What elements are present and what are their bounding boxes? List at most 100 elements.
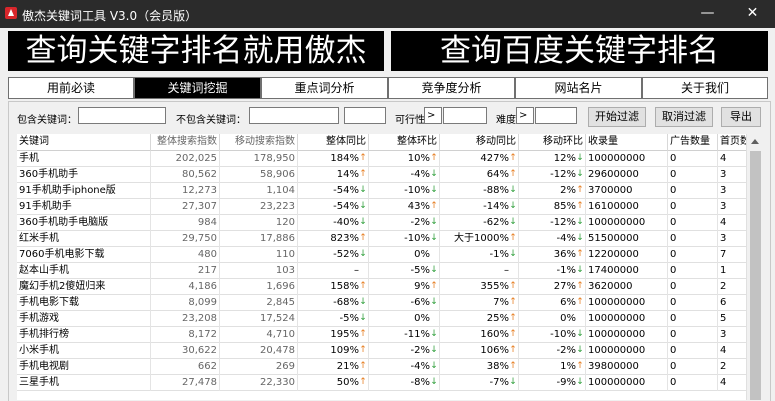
mobile-mom-cell: 85% ↑ <box>519 199 586 215</box>
mobile-mom-cell: -9% ↓ <box>519 375 586 391</box>
first-page-count-cell: 4 <box>720 217 727 228</box>
col-header-mobile-index[interactable]: 移动搜索指数 <box>220 134 298 151</box>
table-row[interactable]: 360手机助手电脑版 984 120 -40% ↓ -2% ↓ -62% ↓ -12% ↓ 10000… <box>17 215 746 231</box>
tab-key-word-analysis[interactable]: 重点词分析 <box>261 77 388 99</box>
tab-keyword-mining[interactable]: 关键词挖掘 <box>134 77 261 99</box>
keyword-cell[interactable]: 手机排行榜 <box>17 327 151 343</box>
table-row[interactable]: 7060手机电影下载 480 110 -52% ↓ 0% -1% ↓ 36% ↑ 12200000 0… <box>17 247 746 263</box>
keyword-cell[interactable]: 360手机助手 <box>17 167 151 183</box>
col-header-keyword[interactable]: 关键词 <box>17 134 151 151</box>
total-yoy-cell: 158% ↑ <box>298 279 369 295</box>
total-mom-cell-value: -10% <box>404 233 430 244</box>
col-header-first-page[interactable]: 首页数量 <box>718 134 746 151</box>
close-button[interactable]: ✕ <box>730 0 775 28</box>
table-row[interactable]: 小米手机 30,622 20,478 109% ↑ -2% ↓ 106% ↑ -2% ↓ 100000… <box>17 343 746 359</box>
table-row[interactable]: 三星手机 27,478 22,330 50% ↑ -8% ↓ -7% ↓ -9% ↓ 10000000… <box>17 375 746 391</box>
tab-about-us[interactable]: 关于我们 <box>642 77 768 99</box>
table-row[interactable]: 魔幻手机2傻妞归来 4,186 1,696 158% ↑ 9% ↑ 355% ↑ 27% ↑ 3620… <box>17 279 746 295</box>
col-header-indexed[interactable]: 收录量 <box>586 134 668 151</box>
keyword-cell[interactable]: 魔幻手机2傻妞归来 <box>17 279 151 295</box>
arrow-down-icon: ↓ <box>576 345 584 355</box>
total-mom-cell: -10% ↓ <box>369 183 440 199</box>
table-row[interactable]: 91手机助手 27,307 23,223 -54% ↓ 43% ↑ -14% ↓ 85% ↑ 1610… <box>17 199 746 215</box>
indexed-count-cell: 12200000 <box>586 247 668 263</box>
col-header-total-mom[interactable]: 整体环比 <box>369 134 440 151</box>
indexed-count-cell: 17400000 <box>586 263 668 279</box>
col-header-total-yoy[interactable]: 整体同比 <box>298 134 369 151</box>
table-row[interactable]: 红米手机 29,750 17,886 823% ↑ -10% ↓ 大于1000% ↑ -4% ↓ 51… <box>17 231 746 247</box>
feasibility-operator-select[interactable]: > <box>424 107 442 124</box>
arrow-up-icon: ↑ <box>576 281 584 291</box>
keyword-cell[interactable]: 手机 <box>17 151 151 167</box>
total-index-cell: 217 <box>151 263 220 279</box>
tab-site-card[interactable]: 网站名片 <box>515 77 642 99</box>
ad-count-cell: 0 <box>668 295 718 311</box>
arrow-up-icon: ↑ <box>509 233 517 243</box>
table-row[interactable]: 手机排行榜 8,172 4,710 195% ↑ -11% ↓ 160% ↑ -10% ↓ 10000… <box>17 327 746 343</box>
mobile-mom-cell-value: -12% <box>550 217 576 228</box>
keyword-cell[interactable]: 手机电视剧 <box>17 359 151 375</box>
ad-count-cell: 0 <box>668 263 718 279</box>
tab-guide[interactable]: 用前必读 <box>8 77 134 99</box>
table-row[interactable]: 赵本山手机 217 103– -5% ↓ – -1% ↓ 17400000 0 1 <box>17 263 746 279</box>
scrollbar-thumb[interactable] <box>750 151 761 400</box>
mobile-yoy-cell-value: 大于1000% <box>454 233 509 244</box>
keyword-cell[interactable]: 7060手机电影下载 <box>17 247 151 263</box>
tab-competition-analysis[interactable]: 竞争度分析 <box>388 77 515 99</box>
keyword-cell[interactable]: 小米手机 <box>17 343 151 359</box>
difficulty-input[interactable] <box>535 107 577 124</box>
col-header-total-index[interactable]: 整体搜索指数 <box>151 134 220 151</box>
total-yoy-cell-value: 109% <box>330 345 359 356</box>
start-filter-button[interactable]: 开始过滤 <box>588 107 646 127</box>
table-row[interactable]: 手机电视剧 662 269 21% ↑ -4% ↓ 38% ↑ 1% ↑ 39800000 0 2 <box>17 359 746 375</box>
scroll-up-icon[interactable] <box>751 139 759 144</box>
cancel-filter-button[interactable]: 取消过滤 <box>655 107 713 127</box>
table-row[interactable]: 手机 202,025 178,950 184% ↑ 10% ↑ 427% ↑ 12% ↓ 100000… <box>17 151 746 167</box>
indexed-count-cell: 100000000 <box>586 311 668 327</box>
minimize-button[interactable]: — <box>685 0 730 28</box>
table-row[interactable]: 手机电影下载 8,099 2,845 -68% ↓ -6% ↓ 7% ↑ 6% ↑ 100000000… <box>17 295 746 311</box>
difficulty-operator-select[interactable]: > <box>516 107 534 124</box>
keyword-cell[interactable]: 360手机助手电脑版 <box>17 215 151 231</box>
arrow-up-icon: ↑ <box>359 345 367 355</box>
vertical-scrollbar[interactable] <box>746 134 764 400</box>
banner-left[interactable]: 查询关键字排名就用傲杰 <box>8 31 384 71</box>
mobile-index-cell: 23,223 <box>220 199 298 215</box>
col-header-ads[interactable]: 广告数量 <box>668 134 718 151</box>
mobile-yoy-cell-value: -62% <box>483 217 509 228</box>
total-mom-cell: -2% ↓ <box>369 215 440 231</box>
total-yoy-cell-value: -68% <box>333 297 359 308</box>
keyword-cell[interactable]: 手机电影下载 <box>17 295 151 311</box>
keyword-cell[interactable]: 三星手机 <box>17 375 151 391</box>
arrow-down-icon: ↓ <box>509 201 517 211</box>
mobile-mom-cell: -2% ↓ <box>519 343 586 359</box>
mobile-yoy-cell: 38% ↑ <box>440 359 519 375</box>
mobile-mom-cell: 12% ↓ <box>519 151 586 167</box>
table-row[interactable]: 91手机助手iphone版 12,273 1,104 -54% ↓ -10% ↓ -88% ↓ 2… <box>17 183 746 199</box>
keyword-cell[interactable]: 91手机助手iphone版 <box>17 183 151 199</box>
extra-filter-input[interactable] <box>344 107 386 124</box>
keyword-cell[interactable]: 91手机助手 <box>17 199 151 215</box>
keyword-cell[interactable]: 手机游戏 <box>17 311 151 327</box>
mobile-index-cell: 269 <box>220 359 298 375</box>
total-yoy-cell: -54% ↓ <box>298 199 369 215</box>
export-button[interactable]: 导出 <box>721 107 761 127</box>
ad-count-cell: 0 <box>668 167 718 183</box>
total-mom-cell-value: -4% <box>410 169 430 180</box>
banner-right[interactable]: 查询百度关键字排名 <box>391 31 768 71</box>
mobile-yoy-cell: 64% ↑ <box>440 167 519 183</box>
table-row[interactable]: 手机游戏 23,208 17,524 -5% ↓ 0% 25% ↑ 0% 100000000 0 5 <box>17 311 746 327</box>
keyword-cell[interactable]: 红米手机 <box>17 231 151 247</box>
col-header-mobile-yoy[interactable]: 移动同比 <box>440 134 519 151</box>
table-row[interactable]: 360手机助手 80,562 58,906 14% ↑ -4% ↓ 64% ↑ -12% ↓ 2960… <box>17 167 746 183</box>
total-mom-cell: 0% <box>369 247 440 263</box>
mobile-yoy-cell-value: 64% <box>486 169 509 180</box>
keyword-cell[interactable]: 赵本山手机 <box>17 263 151 279</box>
include-keyword-input[interactable] <box>78 107 166 124</box>
arrow-down-icon: ↓ <box>430 185 438 195</box>
col-header-mobile-mom[interactable]: 移动环比 <box>519 134 586 151</box>
exclude-keyword-label: 不包含关键词： <box>176 115 246 126</box>
exclude-keyword-input[interactable] <box>249 107 339 124</box>
mobile-yoy-cell-value: 427% <box>480 153 509 164</box>
feasibility-input[interactable] <box>443 107 487 124</box>
